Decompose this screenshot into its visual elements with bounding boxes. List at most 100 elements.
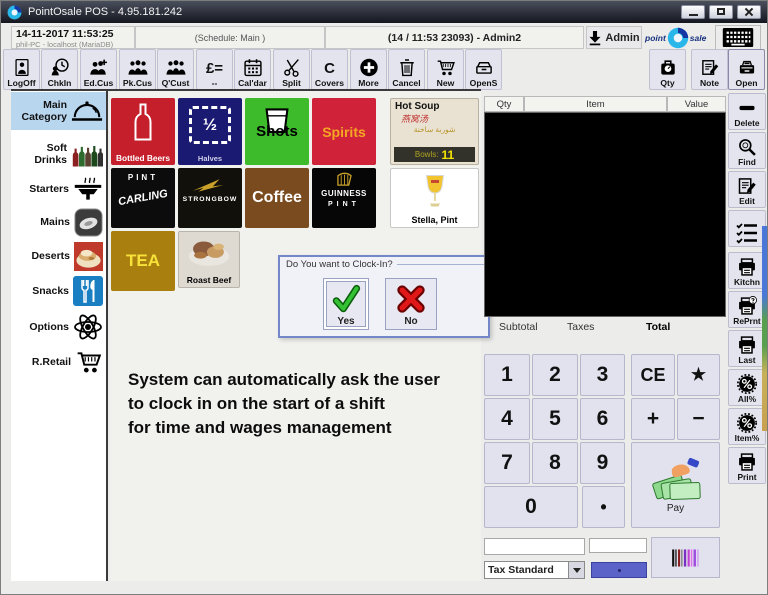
currency-label: -- <box>212 78 218 88</box>
pick-customer-button[interactable]: Pk.Cus <box>119 49 156 90</box>
tile-stella-pint[interactable]: Stella, Pint <box>390 168 479 228</box>
no-button[interactable]: No <box>385 278 437 330</box>
shopping-cart-icon <box>75 349 103 375</box>
numpad-3[interactable]: 3 <box>580 354 625 396</box>
numpad-7[interactable]: 7 <box>484 442 530 484</box>
print-button[interactable]: Print <box>728 447 766 484</box>
accent-action-button[interactable] <box>591 562 647 578</box>
cancel-button[interactable]: Cancel <box>388 49 425 90</box>
note-label: Note <box>700 78 719 88</box>
tile-pint-carling[interactable]: PINT CARLING <box>111 168 175 228</box>
sidebar-item-options[interactable]: Options <box>11 310 106 343</box>
keyboard-button[interactable] <box>715 25 761 50</box>
delete-line-button[interactable]: Delete <box>728 93 766 130</box>
barcode-button[interactable] <box>651 537 720 578</box>
sidebar-item-main-category[interactable]: Main Category <box>11 92 106 130</box>
open-drawer-label: Open <box>736 78 758 88</box>
tile-strongbow[interactable]: STRONGBOW <box>178 168 242 228</box>
find-button[interactable]: Find <box>728 132 766 169</box>
note-button[interactable]: Note <box>691 49 728 90</box>
numpad-6[interactable]: 6 <box>580 398 625 440</box>
numpad-9[interactable]: 9 <box>580 442 625 484</box>
category-label: R.Retail <box>32 356 71 368</box>
datetime-text: 14-11-2017 11:53:25 <box>16 28 130 40</box>
logoff-button[interactable]: LogOff <box>3 49 40 90</box>
order-col-value: Value <box>667 96 726 112</box>
calendar-button[interactable]: Cal'dar <box>234 49 271 90</box>
numpad-dot[interactable]: • <box>582 486 625 528</box>
printer-icon <box>737 257 757 277</box>
numpad-2[interactable]: 2 <box>532 354 578 396</box>
pay-button[interactable]: Pay <box>631 442 720 528</box>
all-discount-button[interactable]: All% <box>728 369 766 406</box>
open-drawer-button[interactable]: Open <box>728 49 765 90</box>
star-key[interactable]: ★ <box>677 354 720 396</box>
checkin-button[interactable]: ChkIn <box>41 49 78 90</box>
app-logo-icon <box>7 5 22 20</box>
covers-button[interactable]: CCovers <box>311 49 348 90</box>
category-label: Mains <box>40 216 70 228</box>
new-order-button[interactable]: New <box>427 49 464 90</box>
chevron-down-icon <box>573 568 581 573</box>
tile-arabic-label: شوربة ساخنة <box>391 125 478 134</box>
item-list-button[interactable] <box>728 210 766 247</box>
tile-bottled-beers[interactable]: Bottled Beers <box>111 98 175 165</box>
close-button[interactable] <box>737 5 761 19</box>
numpad-4[interactable]: 4 <box>484 398 530 440</box>
currency-button[interactable]: £=-- <box>196 49 233 90</box>
open-sale-button[interactable]: OpenS <box>465 49 502 90</box>
tile-shots[interactable]: Shots <box>245 98 309 165</box>
entry-field[interactable] <box>484 538 585 555</box>
cancel-label: Cancel <box>392 78 420 88</box>
maximize-button[interactable] <box>709 5 733 19</box>
category-label: Snacks <box>32 285 69 297</box>
sidebar-item-soft-drinks[interactable]: Soft Drinks <box>11 137 106 171</box>
tile-label-brand: GUINNESS <box>312 189 376 198</box>
tile-tea[interactable]: TEA <box>111 231 175 291</box>
more-button[interactable]: More <box>350 49 387 90</box>
tile-spirits[interactable]: Spirits <box>312 98 376 165</box>
calendar-label: Cal'dar <box>238 78 267 88</box>
numpad-8[interactable]: 8 <box>532 442 578 484</box>
numpad-5[interactable]: 5 <box>532 398 578 440</box>
plus-circle-icon <box>356 58 382 77</box>
admin-label: Admin <box>605 32 639 44</box>
scale-icon <box>655 58 681 77</box>
item-discount-button[interactable]: Item% <box>728 408 766 445</box>
tile-halves[interactable]: ½ Halves <box>178 98 242 165</box>
sidebar-item-mains[interactable]: Mains <box>11 206 106 238</box>
quick-customer-button[interactable]: Q'Cust <box>157 49 194 90</box>
yes-button[interactable]: Yes <box>323 278 369 330</box>
sidebar-item-rretail[interactable]: R.Retail <box>11 346 106 378</box>
caption-line: System can automatically ask the user <box>128 368 440 392</box>
qty-button[interactable]: Qty <box>649 49 686 90</box>
minus-key[interactable]: − <box>677 398 720 440</box>
kitchen-print-button[interactable]: Kitchn <box>728 252 766 289</box>
edit-button[interactable]: Edit <box>728 171 766 208</box>
clear-entry-key[interactable]: CE <box>631 354 675 396</box>
tax-select[interactable]: Tax Standard <box>484 561 585 579</box>
tile-guinness-pint[interactable]: GUINNESS PINT <box>312 168 376 228</box>
numpad-0[interactable]: 0 <box>484 486 578 528</box>
sidebar-item-starters[interactable]: Starters <box>11 173 106 205</box>
category-label: Deserts <box>31 250 70 262</box>
numpad-1[interactable]: 1 <box>484 354 530 396</box>
amount-field[interactable] <box>589 538 647 553</box>
last-receipt-button[interactable]: Last <box>728 330 766 367</box>
trash-icon <box>394 58 420 77</box>
info-caption: System can automatically ask the user to… <box>128 368 440 440</box>
tile-hot-soup[interactable]: Hot Soup 燕窝汤 شوربة ساخنة Bowls: 11 <box>390 98 479 165</box>
clock-in-arrow-icon <box>588 30 602 46</box>
edit-customer-button[interactable]: Ed.Cus <box>80 49 117 90</box>
tile-roast-beef[interactable]: Roast Beef <box>178 231 240 288</box>
taxes-label: Taxes <box>567 321 594 333</box>
sidebar-item-snacks[interactable]: Snacks <box>11 274 106 308</box>
sidebar-item-deserts[interactable]: Deserts <box>11 240 106 272</box>
minimize-button[interactable] <box>681 5 705 19</box>
barcode-icon <box>670 547 702 569</box>
split-button[interactable]: Split <box>273 49 310 90</box>
reprint-button[interactable]: RePrnt <box>728 291 766 328</box>
tile-coffee[interactable]: Coffee <box>245 168 309 228</box>
plus-key[interactable]: + <box>631 398 675 440</box>
admin-button[interactable]: Admin <box>586 26 642 49</box>
